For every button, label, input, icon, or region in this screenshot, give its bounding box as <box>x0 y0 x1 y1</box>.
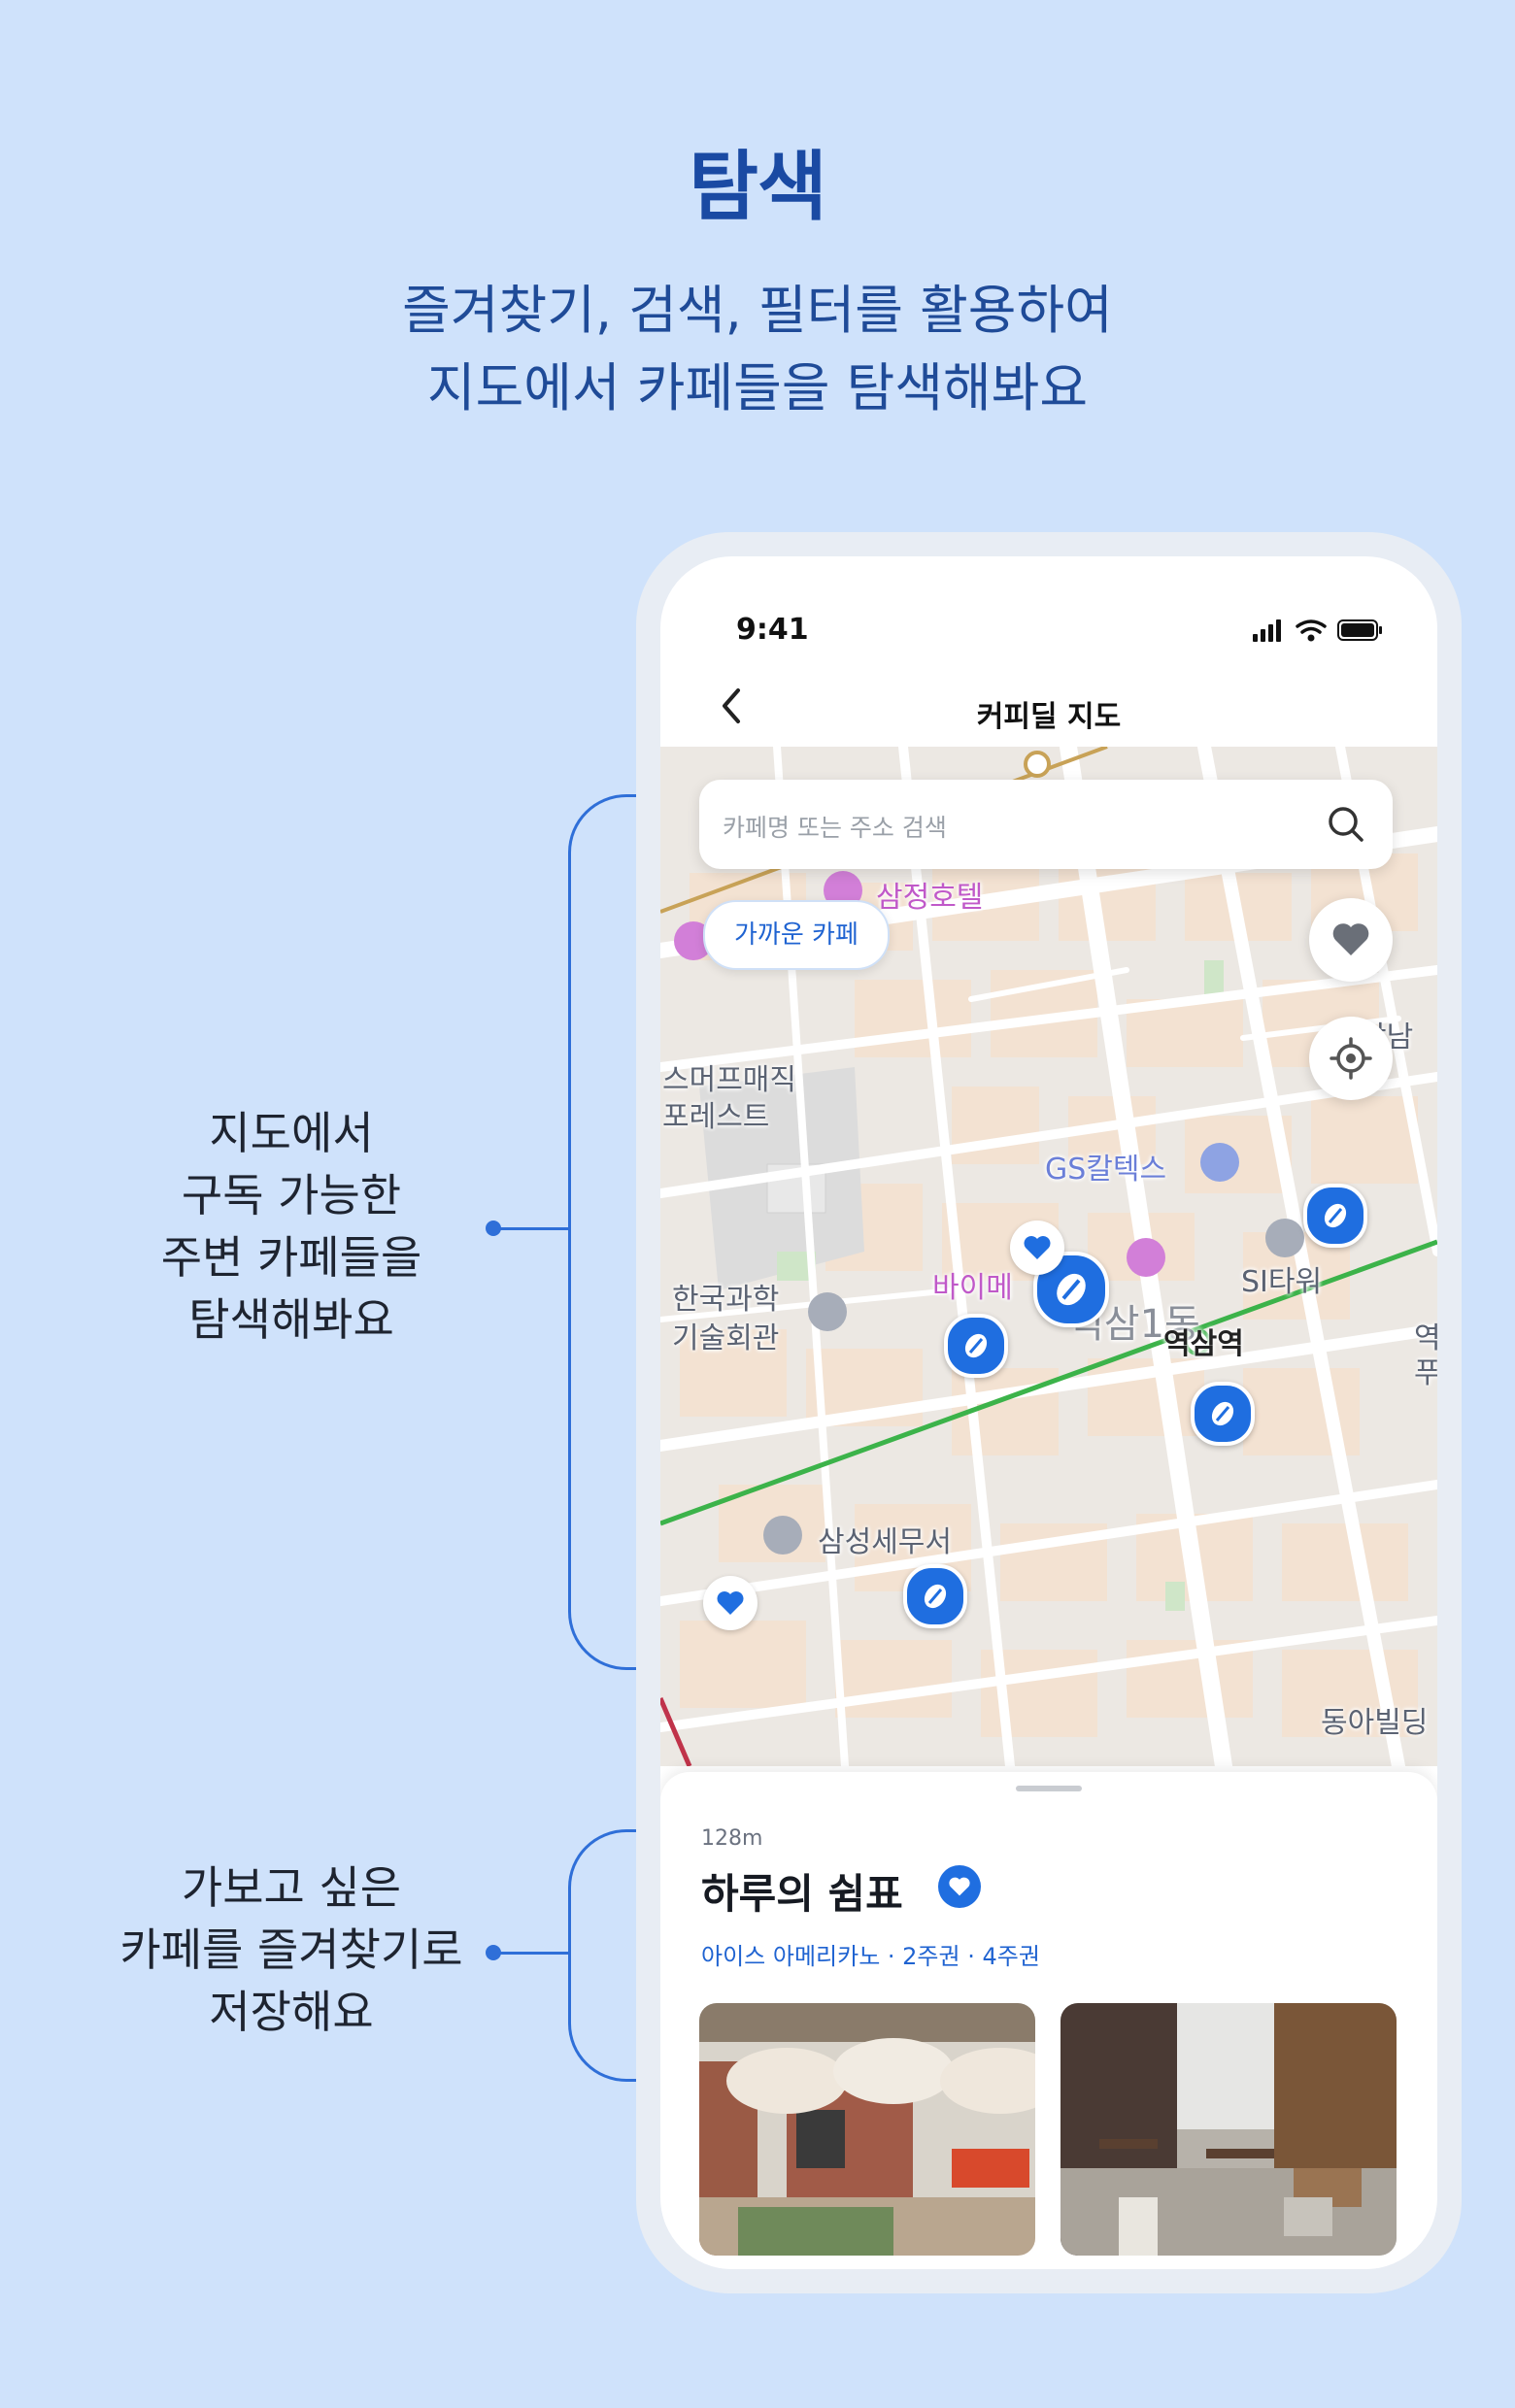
hotel-icon <box>1127 1238 1165 1277</box>
page-title: 탐색 <box>689 144 827 231</box>
favorite-pin[interactable] <box>1010 1221 1064 1275</box>
search-input[interactable]: 카페명 또는 주소 검색 <box>723 809 947 844</box>
map-label: 동아빌딩 <box>1321 1706 1429 1740</box>
annotation-dot <box>486 1221 501 1236</box>
cafe-name[interactable]: 하루의 쉼표 <box>701 1861 903 1921</box>
map-label: 삼성세무서 <box>818 1525 952 1559</box>
cafe-map[interactable]: 삼정호텔 스머프매직 포레스트 GS칼텍스 강남 SI타워 한국과학 기술회관 … <box>660 747 1437 1766</box>
station-label: 역삼역 <box>1163 1327 1244 1361</box>
map-annotation: 지도에서 구독 가능한 주변 카페들을 탐색해봐요 <box>126 1102 456 1351</box>
phone-frame: 9:41 커피딜 지도 삼정호텔 스머프매직 포레스트 GS칼텍스 SI타워 한… <box>636 532 1462 2293</box>
cafe-photo[interactable] <box>699 2003 1035 2256</box>
locate-button[interactable] <box>1309 1017 1393 1100</box>
page-subtitle: 즐겨찾기, 검색, 필터를 활용하여 지도에서 카페들을 탐색해봐요 <box>0 272 1515 427</box>
map-label: 푸 <box>1414 1356 1437 1390</box>
subtitle-line: 즐겨찾기, 검색, 필터를 활용하여 <box>402 280 1113 341</box>
annotation-dot <box>486 1945 501 1960</box>
map-label: 기술회관 <box>672 1321 780 1355</box>
cafe-distance: 128m <box>701 1826 763 1851</box>
cafe-pin[interactable] <box>903 1564 967 1628</box>
gas-station-icon <box>1200 1143 1239 1182</box>
cafe-pin[interactable] <box>1191 1382 1255 1446</box>
place-icon <box>763 1516 802 1555</box>
phone-screen: 9:41 커피딜 지도 삼정호텔 스머프매직 포레스트 GS칼텍스 SI타워 한… <box>660 556 1437 2269</box>
favorite-pin[interactable] <box>703 1576 758 1630</box>
map-label: 포레스트 <box>662 1100 770 1134</box>
annotation-connector <box>493 1952 571 1955</box>
building-icon <box>808 1292 847 1331</box>
cafe-pin[interactable] <box>1303 1184 1367 1248</box>
annotation-line: 저장해요 <box>209 1986 374 2038</box>
locate-icon <box>1330 1037 1372 1080</box>
cafe-pin[interactable] <box>944 1314 1008 1378</box>
status-time: 9:41 <box>736 613 809 647</box>
annotation-line: 탐색해봐요 <box>188 1293 394 1346</box>
sheet-handle[interactable] <box>1016 1786 1082 1791</box>
heart-icon <box>1332 923 1369 955</box>
annotation-line: 주변 카페들을 <box>160 1231 422 1284</box>
annotation-line: 지도에서 <box>209 1107 374 1159</box>
cafe-menu: 아이스 아메리카노 · 2주권 · 4주권 <box>701 1943 1040 1970</box>
annotation-connector <box>493 1227 571 1230</box>
annotation-line: 구독 가능한 <box>181 1169 402 1221</box>
annotation-line: 카페를 즐겨찾기로 <box>119 1923 463 1976</box>
search-bar[interactable]: 카페명 또는 주소 검색 <box>699 780 1393 869</box>
building-icon <box>1265 1219 1304 1257</box>
navbar-title: 커피딜 지도 <box>976 700 1122 734</box>
favorites-button[interactable] <box>1309 898 1393 982</box>
subtitle-line: 지도에서 카페들을 탐색해봐요 <box>426 357 1089 418</box>
favorite-annotation: 가보고 싶은 카페를 즐겨찾기로 저장해요 <box>97 1856 486 2043</box>
map-label: GS칼텍스 <box>1045 1153 1167 1187</box>
filter-chip-nearby[interactable]: 가까운 카페 <box>703 900 890 970</box>
favorite-heart-icon[interactable] <box>938 1865 981 1908</box>
status-icons <box>1253 619 1382 642</box>
search-icon[interactable] <box>1325 803 1367 846</box>
map-label: 한국과학 <box>672 1283 780 1317</box>
cafe-photo[interactable] <box>1060 2003 1397 2256</box>
map-label: SI타워 <box>1241 1265 1323 1299</box>
annotation-line: 가보고 싶은 <box>181 1861 402 1914</box>
map-label: 삼정호텔 <box>876 881 984 915</box>
map-label: 바이메 <box>932 1271 1013 1305</box>
cafe-bottom-sheet[interactable]: 128m 하루의 쉼표 아이스 아메리카노 · 2주권 · 4주권 <box>660 1772 1437 2269</box>
